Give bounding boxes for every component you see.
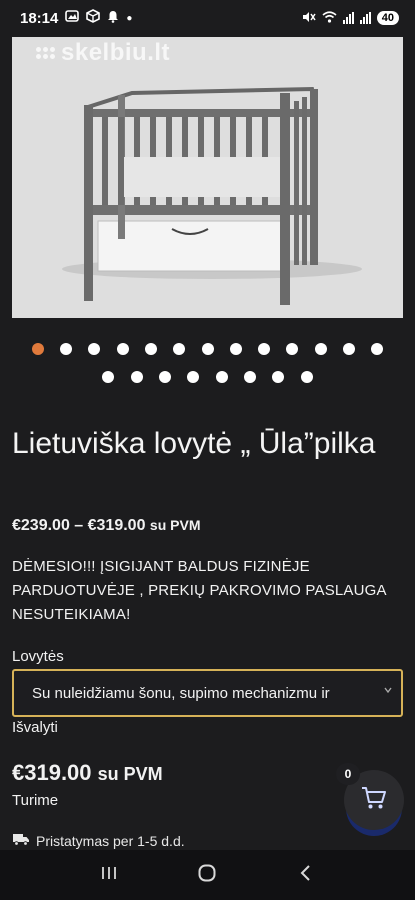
gallery-dot[interactable]: [88, 343, 101, 355]
recent-apps-icon: [100, 865, 118, 886]
truck-icon: [12, 832, 30, 849]
gallery-dot[interactable]: [159, 371, 172, 383]
gallery-dot[interactable]: [144, 343, 157, 355]
back-icon: [299, 864, 313, 887]
mute-icon: [302, 11, 316, 26]
clear-selection-link[interactable]: Išvalyti: [12, 719, 58, 736]
gallery-dot[interactable]: [371, 343, 384, 355]
signal-secondary-icon: [359, 12, 371, 24]
gallery-dots-row-2: [0, 371, 415, 383]
home-icon: [197, 863, 217, 888]
gallery-dot[interactable]: [173, 343, 186, 355]
product-image-gallery[interactable]: skelbiu.lt: [12, 37, 403, 318]
gallery-dot[interactable]: [300, 371, 313, 383]
product-title: Lietuviška lovytė „ Ūla”pilka: [12, 427, 376, 460]
back-button[interactable]: [286, 855, 326, 895]
gallery-dot[interactable]: [215, 371, 228, 383]
gallery-dot[interactable]: [258, 343, 271, 355]
gallery-dot[interactable]: [102, 371, 115, 383]
gallery-dot[interactable]: [342, 343, 355, 355]
package-icon: [86, 9, 101, 27]
cart-count-badge: 0: [336, 763, 360, 785]
photos-icon: [65, 9, 80, 27]
gallery-dot[interactable]: [201, 343, 214, 355]
android-navigation-bar: [0, 850, 415, 900]
status-bar: 18:14 ● 40: [0, 0, 415, 36]
option-selected-value: Su nuleidžiamu šonu, supimo mechanizmu i…: [32, 684, 330, 702]
delivery-info: Pristatymas per 1-5 d.d.: [12, 832, 185, 849]
gallery-dot[interactable]: [286, 343, 299, 355]
watermark: skelbiu.lt: [36, 39, 170, 67]
gallery-dot[interactable]: [31, 343, 44, 355]
gallery-dot[interactable]: [229, 343, 242, 355]
gallery-dot[interactable]: [130, 371, 143, 383]
price-range: €239.00 – €319.00 su PVM: [12, 517, 201, 534]
stock-status: Turime: [12, 792, 59, 809]
shopping-cart-icon: [361, 786, 387, 815]
chevron-down-icon: [383, 683, 393, 698]
wifi-icon: [322, 10, 337, 26]
home-button[interactable]: [187, 855, 227, 895]
watermark-logo-icon: [36, 47, 55, 59]
notice-text: DĖMESIO!!! ĮSIGIJANT BALDUS FIZINĖJE PAR…: [12, 558, 386, 623]
gallery-dot[interactable]: [187, 371, 200, 383]
option-select[interactable]: Su nuleidžiamu šonu, supimo mechanizmu i…: [12, 669, 403, 717]
gallery-dot[interactable]: [116, 343, 129, 355]
recent-apps-button[interactable]: [89, 855, 129, 895]
signal-icon: [342, 12, 354, 24]
crib-product-image: [12, 37, 403, 318]
notification-bell-icon: [107, 10, 119, 27]
current-price: €319.00 su PVM: [12, 760, 163, 785]
gallery-dots-row-1: [0, 343, 415, 355]
battery-indicator: 40: [376, 11, 399, 25]
more-notifications-icon: ●: [126, 12, 133, 24]
gallery-dot[interactable]: [272, 371, 285, 383]
status-time: 18:14: [20, 9, 59, 27]
gallery-dot[interactable]: [243, 371, 256, 383]
delivery-text: Pristatymas per 1-5 d.d.: [36, 832, 185, 849]
gallery-dot[interactable]: [60, 343, 73, 355]
option-label: Lovytės: [12, 648, 64, 665]
gallery-dot[interactable]: [314, 343, 327, 355]
